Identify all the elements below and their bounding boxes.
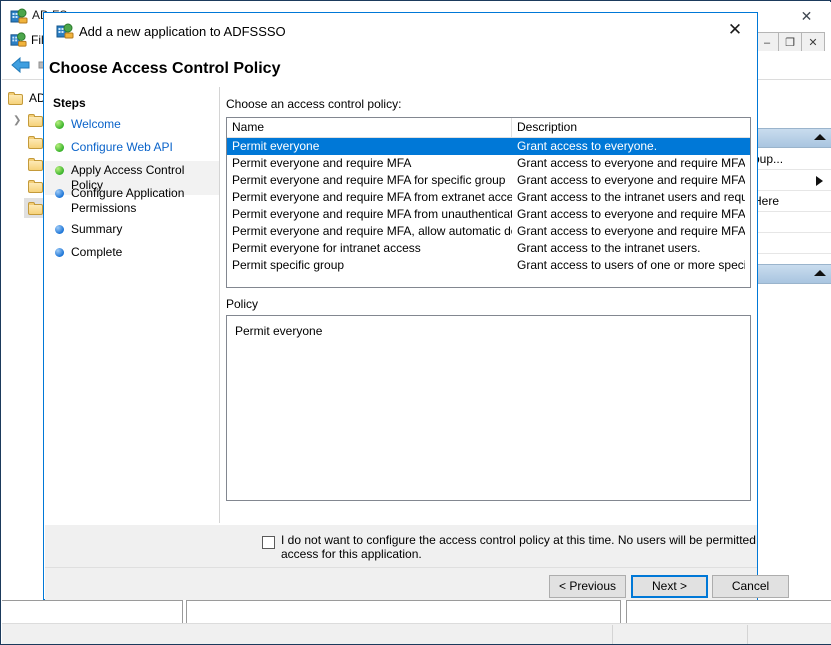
wizard-steps-panel: Steps Welcome Configure Web API Apply Ac… <box>45 87 220 523</box>
table-row[interactable]: Permit everyone and require MFA, allow a… <box>227 223 750 240</box>
content-caption: Choose an access control policy: <box>226 97 402 111</box>
tree-item[interactable] <box>28 176 44 196</box>
folder-icon <box>28 157 44 171</box>
tree-item[interactable]: AD <box>8 88 46 108</box>
tree-item[interactable] <box>28 110 44 130</box>
policy-description: Grant access to users of one or more spe… <box>517 258 745 272</box>
dialog-titlebar: Add a new application to ADFSSSO ✕ <box>44 13 757 49</box>
policy-description: Grant access to everyone and require MFA… <box>517 207 745 221</box>
folder-icon <box>28 201 44 215</box>
dialog-button-bar: < Previous Next > Cancel <box>45 567 789 600</box>
policy-group-label: Policy <box>226 297 259 311</box>
sidebar-item-configure-web-api[interactable]: Configure Web API <box>45 138 219 157</box>
back-arrow-icon[interactable] <box>10 56 32 74</box>
table-row[interactable]: Permit everyone and require MFA from ext… <box>227 189 750 206</box>
sidebar-item-welcome[interactable]: Welcome <box>45 115 219 134</box>
collapse-caret-icon <box>814 270 826 276</box>
adfs-app-icon <box>56 22 74 40</box>
step-label: Welcome <box>71 117 121 131</box>
policy-description: Grant access to the intranet users and r… <box>517 190 745 204</box>
policy-name: Permit everyone and require MFA from ext… <box>232 190 512 204</box>
submenu-caret-icon <box>816 176 823 186</box>
policy-name: Permit everyone and require MFA for spec… <box>232 173 506 187</box>
table-row[interactable]: Permit everyone and require MFA Grant ac… <box>227 155 750 172</box>
access-control-policy-list[interactable]: Name Description Permit everyone Grant a… <box>226 117 751 288</box>
action-item[interactable] <box>751 212 831 233</box>
policy-name: Permit everyone and require MFA <box>232 156 412 170</box>
folder-icon <box>28 179 44 193</box>
skip-policy-checkbox-row: I do not want to configure the access co… <box>45 525 757 567</box>
action-item[interactable]: Here <box>751 191 831 212</box>
background-statusbar <box>2 623 831 644</box>
folder-icon <box>28 135 44 149</box>
step-label: Configure Web API <box>71 140 173 154</box>
folder-icon <box>8 91 24 105</box>
previous-button[interactable]: < Previous <box>549 575 626 598</box>
policy-name: Permit everyone and require MFA from una… <box>232 207 512 221</box>
table-row[interactable]: Permit everyone and require MFA for spec… <box>227 172 750 189</box>
table-row[interactable]: Permit everyone and require MFA from una… <box>227 206 750 223</box>
adfs-icon <box>10 31 27 48</box>
list-header-row: Name Description <box>227 118 750 138</box>
action-item[interactable] <box>751 233 831 254</box>
skip-policy-checkbox[interactable] <box>262 536 275 549</box>
wizard-content-panel: Choose an access control policy: Name De… <box>221 87 757 523</box>
actions-pane-header-secondary[interactable] <box>751 264 831 284</box>
policy-preview-text: Permit everyone <box>235 324 323 338</box>
background-actions-pane: oup... Here <box>750 80 831 600</box>
step-current-icon <box>55 166 64 175</box>
steps-heading: Steps <box>53 96 86 110</box>
window-close-button[interactable]: ✕ <box>784 4 829 28</box>
chevron-right-icon[interactable]: ❯ <box>13 115 21 126</box>
policy-preview-box: Permit everyone <box>226 315 751 501</box>
tree-item[interactable] <box>28 154 44 174</box>
action-item[interactable] <box>751 170 831 191</box>
step-label: Summary <box>71 222 123 236</box>
policy-name: Permit everyone and require MFA, allow a… <box>232 224 512 238</box>
close-icon[interactable]: ✕ <box>713 13 757 47</box>
policy-description: Grant access to everyone. <box>517 139 658 153</box>
step-label: Complete <box>71 245 123 259</box>
policy-name: Permit everyone for intranet access <box>232 241 421 255</box>
sidebar-item-configure-application-permissions: Configure Application Permissions <box>45 184 219 218</box>
mdi-minimize-button[interactable]: – <box>755 32 779 53</box>
column-header-name[interactable]: Name <box>227 118 512 137</box>
adfs-icon <box>10 7 28 25</box>
step-pending-icon <box>55 225 64 234</box>
table-row[interactable]: Permit everyone Grant access to everyone… <box>227 138 750 155</box>
skip-policy-checkbox-label[interactable]: I do not want to configure the access co… <box>281 533 781 561</box>
sidebar-item-complete: Complete <box>45 243 219 262</box>
table-row[interactable]: Permit specific group Grant access to us… <box>227 257 750 274</box>
step-pending-icon <box>55 189 64 198</box>
collapse-caret-icon <box>814 134 826 140</box>
cancel-button[interactable]: Cancel <box>712 575 789 598</box>
policy-description: Grant access to everyone and require MFA… <box>517 156 745 170</box>
folder-icon <box>28 113 44 127</box>
column-header-description[interactable]: Description <box>512 118 750 137</box>
tree-item[interactable] <box>28 132 44 152</box>
mdi-close-button[interactable]: ✕ <box>801 32 825 53</box>
policy-name: Permit everyone <box>232 139 320 153</box>
step-done-icon <box>55 143 64 152</box>
sidebar-item-summary: Summary <box>45 220 219 239</box>
step-label: Configure Application Permissions <box>71 186 185 215</box>
policy-description: Grant access to the intranet users. <box>517 241 701 255</box>
step-pending-icon <box>55 248 64 257</box>
page-title: Choose Access Control Policy <box>49 60 281 77</box>
action-item[interactable]: oup... <box>751 149 831 170</box>
policy-description: Grant access to everyone and require MFA… <box>517 173 745 187</box>
dialog-body: Steps Welcome Configure Web API Apply Ac… <box>45 87 757 523</box>
dialog-title: Add a new application to ADFSSSO <box>79 24 286 39</box>
step-done-icon <box>55 120 64 129</box>
policy-description: Grant access to everyone and require MFA… <box>517 224 745 238</box>
table-row[interactable]: Permit everyone for intranet access Gran… <box>227 240 750 257</box>
actions-pane-header[interactable] <box>751 128 831 148</box>
policy-name: Permit specific group <box>232 258 345 272</box>
next-button[interactable]: Next > <box>631 575 708 598</box>
mdi-window-buttons: – ❐ ✕ <box>755 32 825 53</box>
mdi-restore-button[interactable]: ❐ <box>778 32 802 53</box>
add-application-wizard-dialog: Add a new application to ADFSSSO ✕ Choos… <box>43 12 789 600</box>
